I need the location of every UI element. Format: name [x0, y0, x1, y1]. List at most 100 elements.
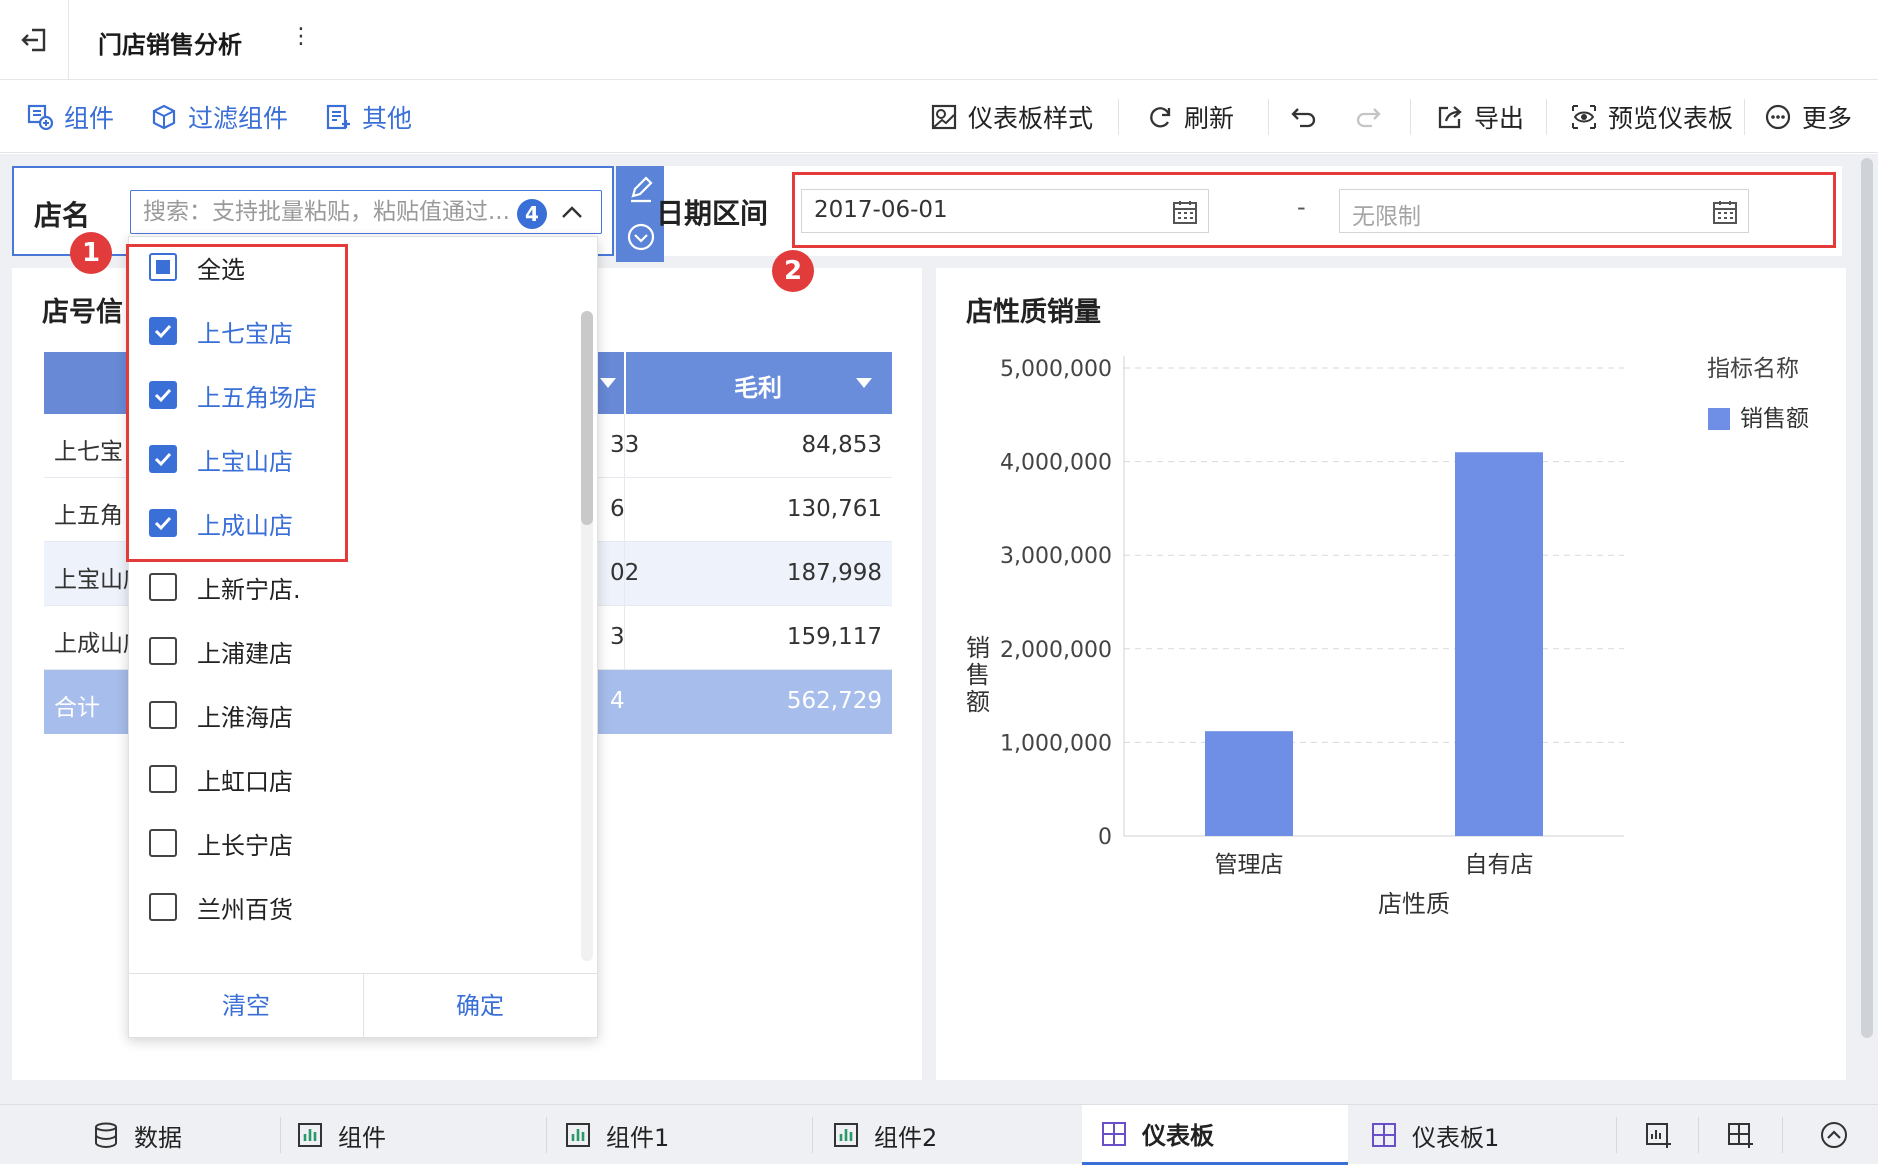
store-option[interactable]: 兰州百货	[149, 887, 293, 927]
toolbar: 组件 过滤组件 其他 仪表板样式 刷新 导出 预览仪表板 更多	[0, 81, 1878, 153]
add-dashboard-tab-icon[interactable]	[1726, 1121, 1754, 1149]
bar[interactable]	[1205, 731, 1293, 836]
other-doc-icon	[326, 104, 350, 130]
dashboard-icon	[1372, 1123, 1396, 1147]
sort-arrow-icon[interactable]	[600, 378, 616, 388]
checkbox[interactable]	[149, 829, 177, 857]
tab-label: 组件	[338, 1123, 386, 1152]
store-option[interactable]: 上新宁店.	[149, 567, 301, 607]
tab-label: 仪表板	[1142, 1122, 1214, 1150]
chevron-up-icon[interactable]	[559, 201, 585, 225]
clear-button[interactable]: 清空	[129, 974, 363, 1038]
store-option[interactable]: 上淮海店	[149, 695, 293, 735]
exit-icon[interactable]	[18, 24, 50, 56]
end-date-field[interactable]: 无限制	[1339, 189, 1749, 233]
tab-component-2[interactable]: 组件2	[832, 1105, 937, 1165]
export-label: 导出	[1474, 104, 1525, 133]
confirm-button[interactable]: 确定	[363, 974, 597, 1038]
store-option[interactable]: 上浦建店	[149, 631, 293, 671]
date-separator: -	[1297, 193, 1306, 221]
option-label: 上虹口店	[197, 767, 293, 796]
filter-component-button[interactable]: 过滤组件	[150, 81, 288, 153]
bar[interactable]	[1455, 452, 1543, 836]
database-icon	[95, 1122, 117, 1149]
option-label: 上长宁店	[197, 831, 293, 860]
more-circle-icon	[1765, 104, 1791, 130]
preview-dashboard-button[interactable]: 预览仪表板	[1570, 81, 1733, 153]
calendar-icon[interactable]	[1712, 199, 1738, 225]
other-label: 其他	[362, 104, 413, 133]
cell-profit: 187,998	[786, 560, 882, 586]
tab-component[interactable]: 组件	[296, 1105, 386, 1165]
tab-data[interactable]: 数据	[92, 1105, 182, 1165]
legend-swatch	[1708, 408, 1730, 430]
cell-profit: 84,853	[801, 432, 882, 458]
title-bar: 门店销售分析 ⋮	[0, 0, 1878, 80]
export-button[interactable]: 导出	[1436, 81, 1524, 153]
checkbox[interactable]	[149, 893, 177, 921]
checkbox[interactable]	[149, 573, 177, 601]
option-label: 上新宁店.	[197, 575, 301, 604]
cell-name: 上五角	[54, 503, 123, 529]
total-profit: 562,729	[786, 688, 882, 714]
chevron-down-circle-icon[interactable]	[626, 222, 656, 252]
cell-value: 6	[610, 496, 625, 522]
refresh-button[interactable]: 刷新	[1146, 81, 1234, 153]
calendar-icon[interactable]	[1172, 199, 1198, 225]
edit-icon[interactable]	[626, 174, 656, 204]
add-component-icon	[27, 104, 54, 131]
redo-icon[interactable]	[1354, 103, 1382, 131]
dashboard-style-button[interactable]: 仪表板样式	[930, 81, 1093, 153]
canvas-scroll-thumb[interactable]	[1861, 158, 1873, 1038]
checkbox[interactable]	[149, 765, 177, 793]
checkbox[interactable]	[149, 637, 177, 665]
cell-name: 上七宝	[54, 439, 123, 465]
y-tick-label: 4,000,000	[1000, 451, 1112, 476]
dashboard-icon	[1102, 1121, 1126, 1146]
selected-count-badge: 4	[517, 199, 547, 229]
component-label: 组件	[64, 104, 115, 133]
profit-header-label: 毛利	[734, 374, 782, 402]
preview-eye-icon	[1572, 105, 1596, 129]
tab-label: 组件1	[606, 1123, 670, 1152]
tab-dashboard[interactable]: 仪表板	[1082, 1105, 1348, 1165]
more-button[interactable]: 更多	[1764, 81, 1852, 153]
date-range-highlight: 2017-06-01 - 无限制	[792, 172, 1836, 248]
end-date-placeholder: 无限制	[1352, 204, 1421, 230]
other-button[interactable]: 其他	[324, 81, 412, 153]
page-title: 门店销售分析	[98, 31, 242, 59]
store-search-combobox[interactable]: 4	[130, 190, 602, 234]
tab-label: 仪表板1	[1412, 1123, 1500, 1152]
legend-series-label: 销售额	[1740, 406, 1809, 432]
store-search-input[interactable]	[143, 197, 513, 227]
table-header-profit[interactable]: 毛利	[624, 352, 892, 414]
refresh-icon	[1150, 107, 1171, 128]
filter-label: 店名	[34, 199, 91, 232]
canvas-scrollbar[interactable]	[1858, 154, 1876, 1104]
add-component-tab-icon[interactable]	[1644, 1121, 1672, 1149]
date-range-filter: 日期区间 2017-06-01 - 无限制	[656, 166, 1842, 256]
store-option[interactable]: 上虹口店	[149, 759, 293, 799]
sort-arrow-icon[interactable]	[856, 378, 872, 388]
dropdown-scroll-thumb[interactable]	[581, 311, 593, 525]
tab-component-1[interactable]: 组件1	[564, 1105, 669, 1165]
export-icon	[1438, 106, 1462, 129]
store-option[interactable]: 上长宁店	[149, 823, 293, 863]
component-button[interactable]: 组件	[26, 81, 114, 153]
refresh-label: 刷新	[1184, 104, 1235, 133]
y-axis-title-char: 额	[966, 688, 990, 716]
start-date-field[interactable]: 2017-06-01	[801, 189, 1209, 233]
option-label: 上淮海店	[197, 703, 293, 732]
checkbox[interactable]	[149, 701, 177, 729]
legend-title: 指标名称	[1707, 356, 1799, 382]
more-options-icon[interactable]: ⋮	[290, 24, 312, 49]
collapse-up-icon[interactable]	[1820, 1121, 1848, 1149]
store-type-sales-chart-widget: 店性质销量 0 1,000,000 2,000,000 3,000,000 4,000,…	[936, 268, 1846, 1080]
tab-dashboard-1[interactable]: 仪表板1	[1370, 1105, 1499, 1165]
widget-title: 店号信	[42, 297, 123, 328]
start-date-value: 2017-06-01	[814, 197, 948, 223]
tab-label: 数据	[134, 1123, 182, 1152]
undo-icon[interactable]	[1290, 103, 1318, 131]
preview-dashboard-label: 预览仪表板	[1608, 104, 1734, 133]
x-tick-label: 管理店	[1215, 852, 1284, 878]
